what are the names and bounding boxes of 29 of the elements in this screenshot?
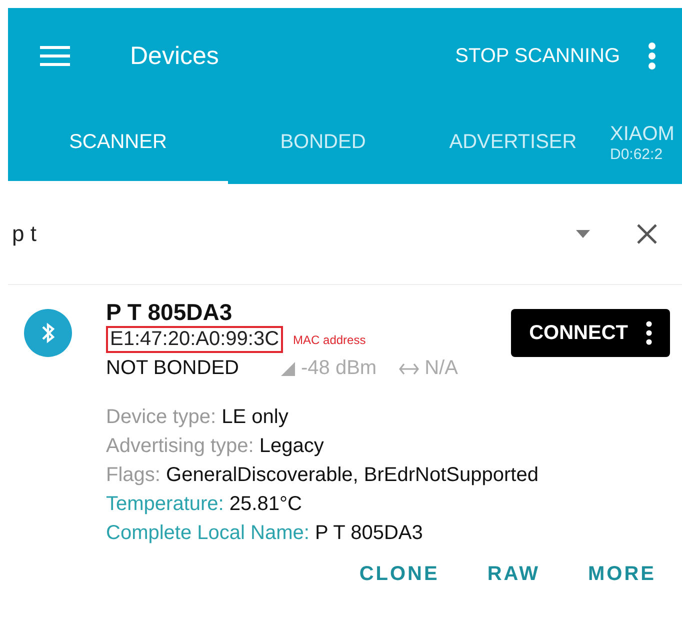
detail-line: Flags: GeneralDiscoverable, BrEdrNotSupported (106, 464, 540, 487)
tab[interactable]: BONDED (228, 104, 418, 184)
menu-icon[interactable] (40, 45, 70, 67)
detail-line: Temperature: 25.81°C (106, 493, 303, 516)
rssi-value: -48 dBm (300, 357, 377, 380)
detail-line: Device type: LE only (106, 406, 290, 429)
filter-field[interactable]: p t (12, 221, 530, 247)
bond-state: NOT BONDED (106, 357, 239, 380)
tab[interactable]: SCANNER (8, 104, 228, 184)
mac-address: E1:47:20:A0:99:3C (106, 326, 284, 353)
app-title: Devices (130, 42, 220, 70)
action-button[interactable]: RAW (487, 563, 540, 586)
stop-scanning-button[interactable]: STOP SCANNING (455, 44, 620, 68)
connect-button[interactable]: CONNECT (511, 309, 670, 357)
interval-value: N/A (424, 357, 458, 380)
close-icon[interactable] (636, 223, 658, 245)
dropdown-icon[interactable] (576, 230, 590, 238)
double-arrow-icon (398, 362, 419, 374)
signal-icon (280, 362, 295, 376)
detail-line: Advertising type: Legacy (106, 435, 325, 458)
action-button[interactable]: MORE (588, 563, 656, 586)
annotation-label: MAC address (293, 332, 366, 346)
bluetooth-icon (24, 309, 72, 357)
device-name: P T 805DA3 (106, 299, 234, 326)
more-options-icon[interactable] (646, 321, 652, 345)
detail-line: Complete Local Name: P T 805DA3 (106, 522, 424, 545)
tab[interactable]: ADVERTISER (418, 104, 608, 184)
action-button[interactable]: CLONE (359, 563, 440, 586)
tab[interactable]: XIAOM D0:62:2 (608, 104, 682, 184)
